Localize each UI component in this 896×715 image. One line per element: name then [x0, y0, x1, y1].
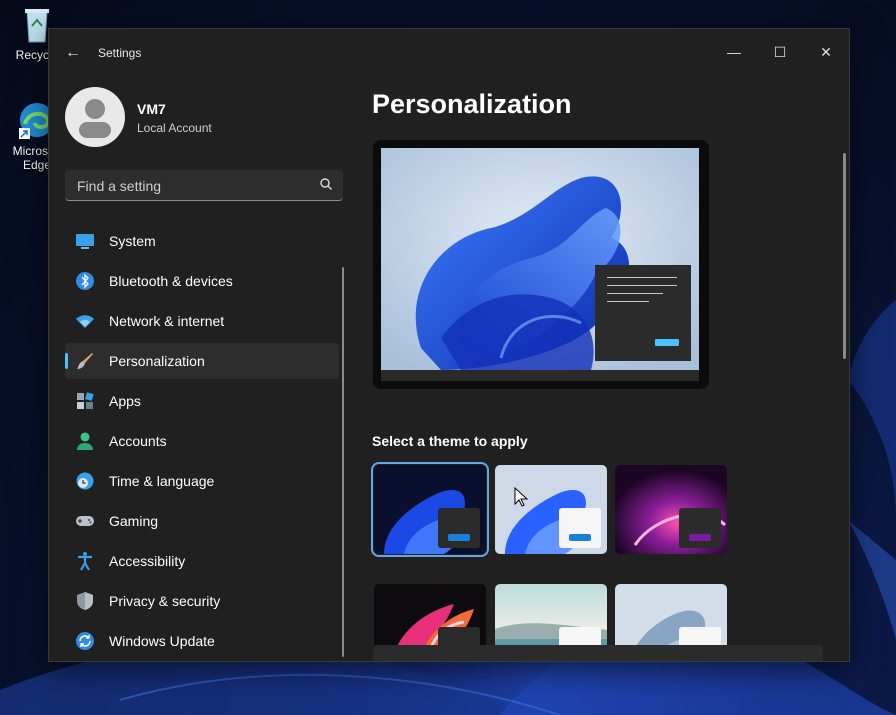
theme-windows-dark[interactable] — [371, 462, 489, 557]
search-box[interactable] — [65, 170, 343, 201]
themes-section-label: Select a theme to apply — [372, 433, 528, 449]
wifi-icon — [76, 315, 94, 328]
window-title: Settings — [98, 46, 142, 60]
wallpaper-preview — [381, 148, 699, 370]
user-silhouette-icon — [79, 99, 111, 138]
sidebar-item-label: Windows Update — [109, 633, 215, 649]
sidebar-item-apps[interactable]: Apps — [65, 383, 339, 419]
page-title: Personalization — [372, 89, 572, 119]
theme-mini-window — [559, 508, 601, 548]
sidebar-item-label: Personalization — [109, 353, 205, 369]
sidebar-item-privacy[interactable]: Privacy & security — [65, 583, 339, 619]
settings-card[interactable] — [373, 645, 823, 661]
close-button[interactable]: ✕ — [803, 37, 849, 67]
preview-window — [595, 265, 691, 361]
sidebar-scrollbar[interactable] — [342, 267, 344, 657]
sidebar-item-time-language[interactable]: Time & language — [65, 463, 339, 499]
sidebar-item-accessibility[interactable]: Accessibility — [65, 543, 339, 579]
sidebar-item-label: Accessibility — [109, 553, 186, 569]
avatar[interactable] — [65, 87, 125, 147]
theme-mini-window — [679, 508, 721, 548]
search-input[interactable] — [75, 177, 309, 195]
theme-preview — [373, 140, 709, 389]
bluetooth-icon — [76, 272, 94, 290]
sidebar-item-accounts[interactable]: Accounts — [65, 423, 339, 459]
sidebar-item-windows-update[interactable]: Windows Update — [65, 623, 339, 659]
sidebar-item-label: Gaming — [109, 513, 159, 529]
title-bar[interactable]: ← Settings — ☐ ✕ — [49, 29, 849, 77]
sidebar-item-label: Privacy & security — [109, 593, 221, 609]
sidebar-item-label: Network & internet — [109, 313, 225, 329]
main-content: Personalization Select a theme to apply — [349, 77, 849, 661]
sidebar-item-gaming[interactable]: Gaming — [65, 503, 339, 539]
nav-list: System Bluetooth & devices Network & int… — [65, 223, 339, 661]
back-button[interactable]: ← — [63, 43, 83, 63]
person-icon — [77, 432, 93, 450]
sidebar-item-system[interactable]: System — [65, 223, 339, 259]
settings-window: ← Settings — ☐ ✕ VM7 Local Account Syste… — [48, 28, 850, 662]
selection-indicator — [65, 353, 68, 369]
theme-windows-light[interactable] — [495, 465, 607, 554]
clock-globe-icon — [76, 472, 94, 490]
theme-glow[interactable] — [615, 465, 727, 554]
accessibility-icon — [78, 552, 92, 571]
sidebar-item-label: Bluetooth & devices — [109, 273, 233, 289]
maximize-button[interactable]: ☐ — [757, 37, 803, 67]
sidebar-item-label: Accounts — [109, 433, 167, 449]
sidebar-item-personalization[interactable]: Personalization — [65, 343, 339, 379]
sidebar-item-label: Time & language — [109, 473, 215, 489]
preview-accent-button — [655, 339, 679, 346]
gamepad-icon — [76, 516, 94, 526]
content-scrollbar[interactable] — [843, 153, 846, 359]
brush-icon — [77, 353, 93, 369]
search-icon[interactable] — [319, 177, 333, 191]
user-name: VM7 — [137, 101, 166, 117]
apps-icon — [77, 392, 94, 409]
theme-mini-window — [438, 508, 480, 548]
update-icon — [76, 632, 94, 650]
sidebar-item-network[interactable]: Network & internet — [65, 303, 339, 339]
sidebar-item-label: Apps — [109, 393, 141, 409]
minimize-button[interactable]: — — [711, 37, 757, 67]
account-type: Local Account — [137, 121, 212, 135]
sidebar-item-label: System — [109, 233, 156, 249]
mouse-cursor-icon — [514, 487, 528, 507]
preview-taskbar — [381, 370, 699, 381]
back-arrow-icon: ← — [65, 44, 81, 61]
sidebar: VM7 Local Account System Bluetooth & dev… — [49, 77, 349, 661]
sidebar-item-bluetooth[interactable]: Bluetooth & devices — [65, 263, 339, 299]
system-icon — [76, 234, 94, 249]
shield-icon — [77, 592, 93, 610]
